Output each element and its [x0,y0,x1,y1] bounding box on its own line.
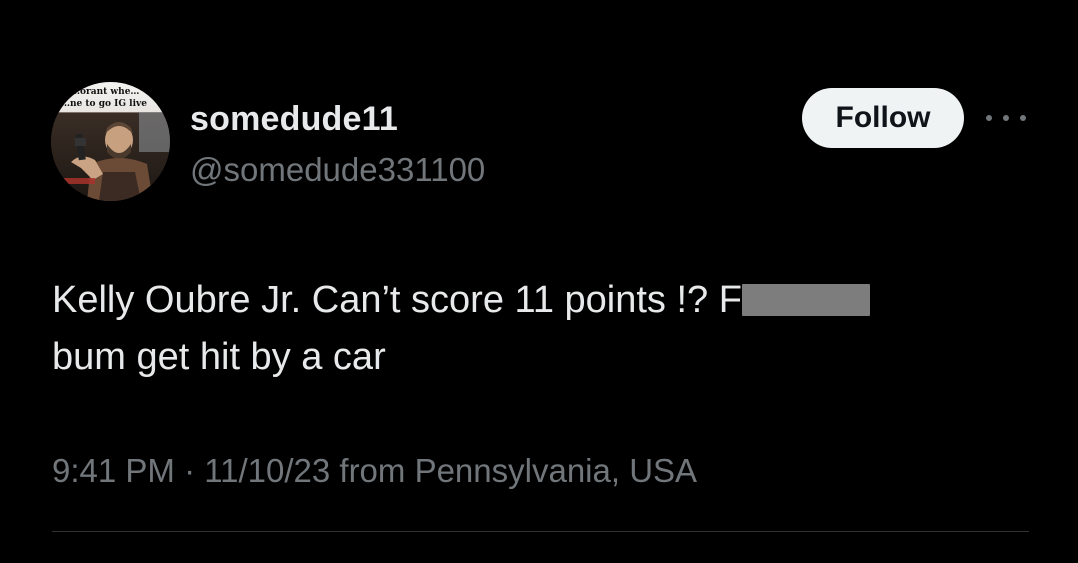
ellipsis-icon[interactable] [986,104,1026,132]
user-handle[interactable]: @somedude331100 [190,151,485,189]
censor-block [741,284,870,316]
follow-button-label: Follow [835,101,931,134]
svg-text:…orant whe…: …orant whe… [71,87,139,97]
tweet-timestamp[interactable]: 9:41 PM · 11/10/23 from Pennsylvania, US… [52,452,697,490]
dot [1020,115,1026,121]
svg-text:…ne to go IG live: …ne to go IG live [61,99,147,109]
divider [52,531,1029,532]
avatar[interactable]: …orant whe… …ne to go IG live [51,82,170,201]
tweet-text-line2: bum get hit by a car [52,336,386,378]
tweet: …orant whe… …ne to go IG live somedude11… [0,0,1078,563]
avatar-image: …orant whe… …ne to go IG live [51,82,170,201]
follow-button[interactable]: Follow [802,88,964,148]
tweet-text: Kelly Oubre Jr. Can’t score 11 points !?… [52,272,1012,386]
tweet-text-line1: Kelly Oubre Jr. Can’t score 11 points !?… [52,279,742,321]
dot [986,115,992,121]
dot [1003,115,1009,121]
display-name[interactable]: somedude11 [190,100,398,139]
